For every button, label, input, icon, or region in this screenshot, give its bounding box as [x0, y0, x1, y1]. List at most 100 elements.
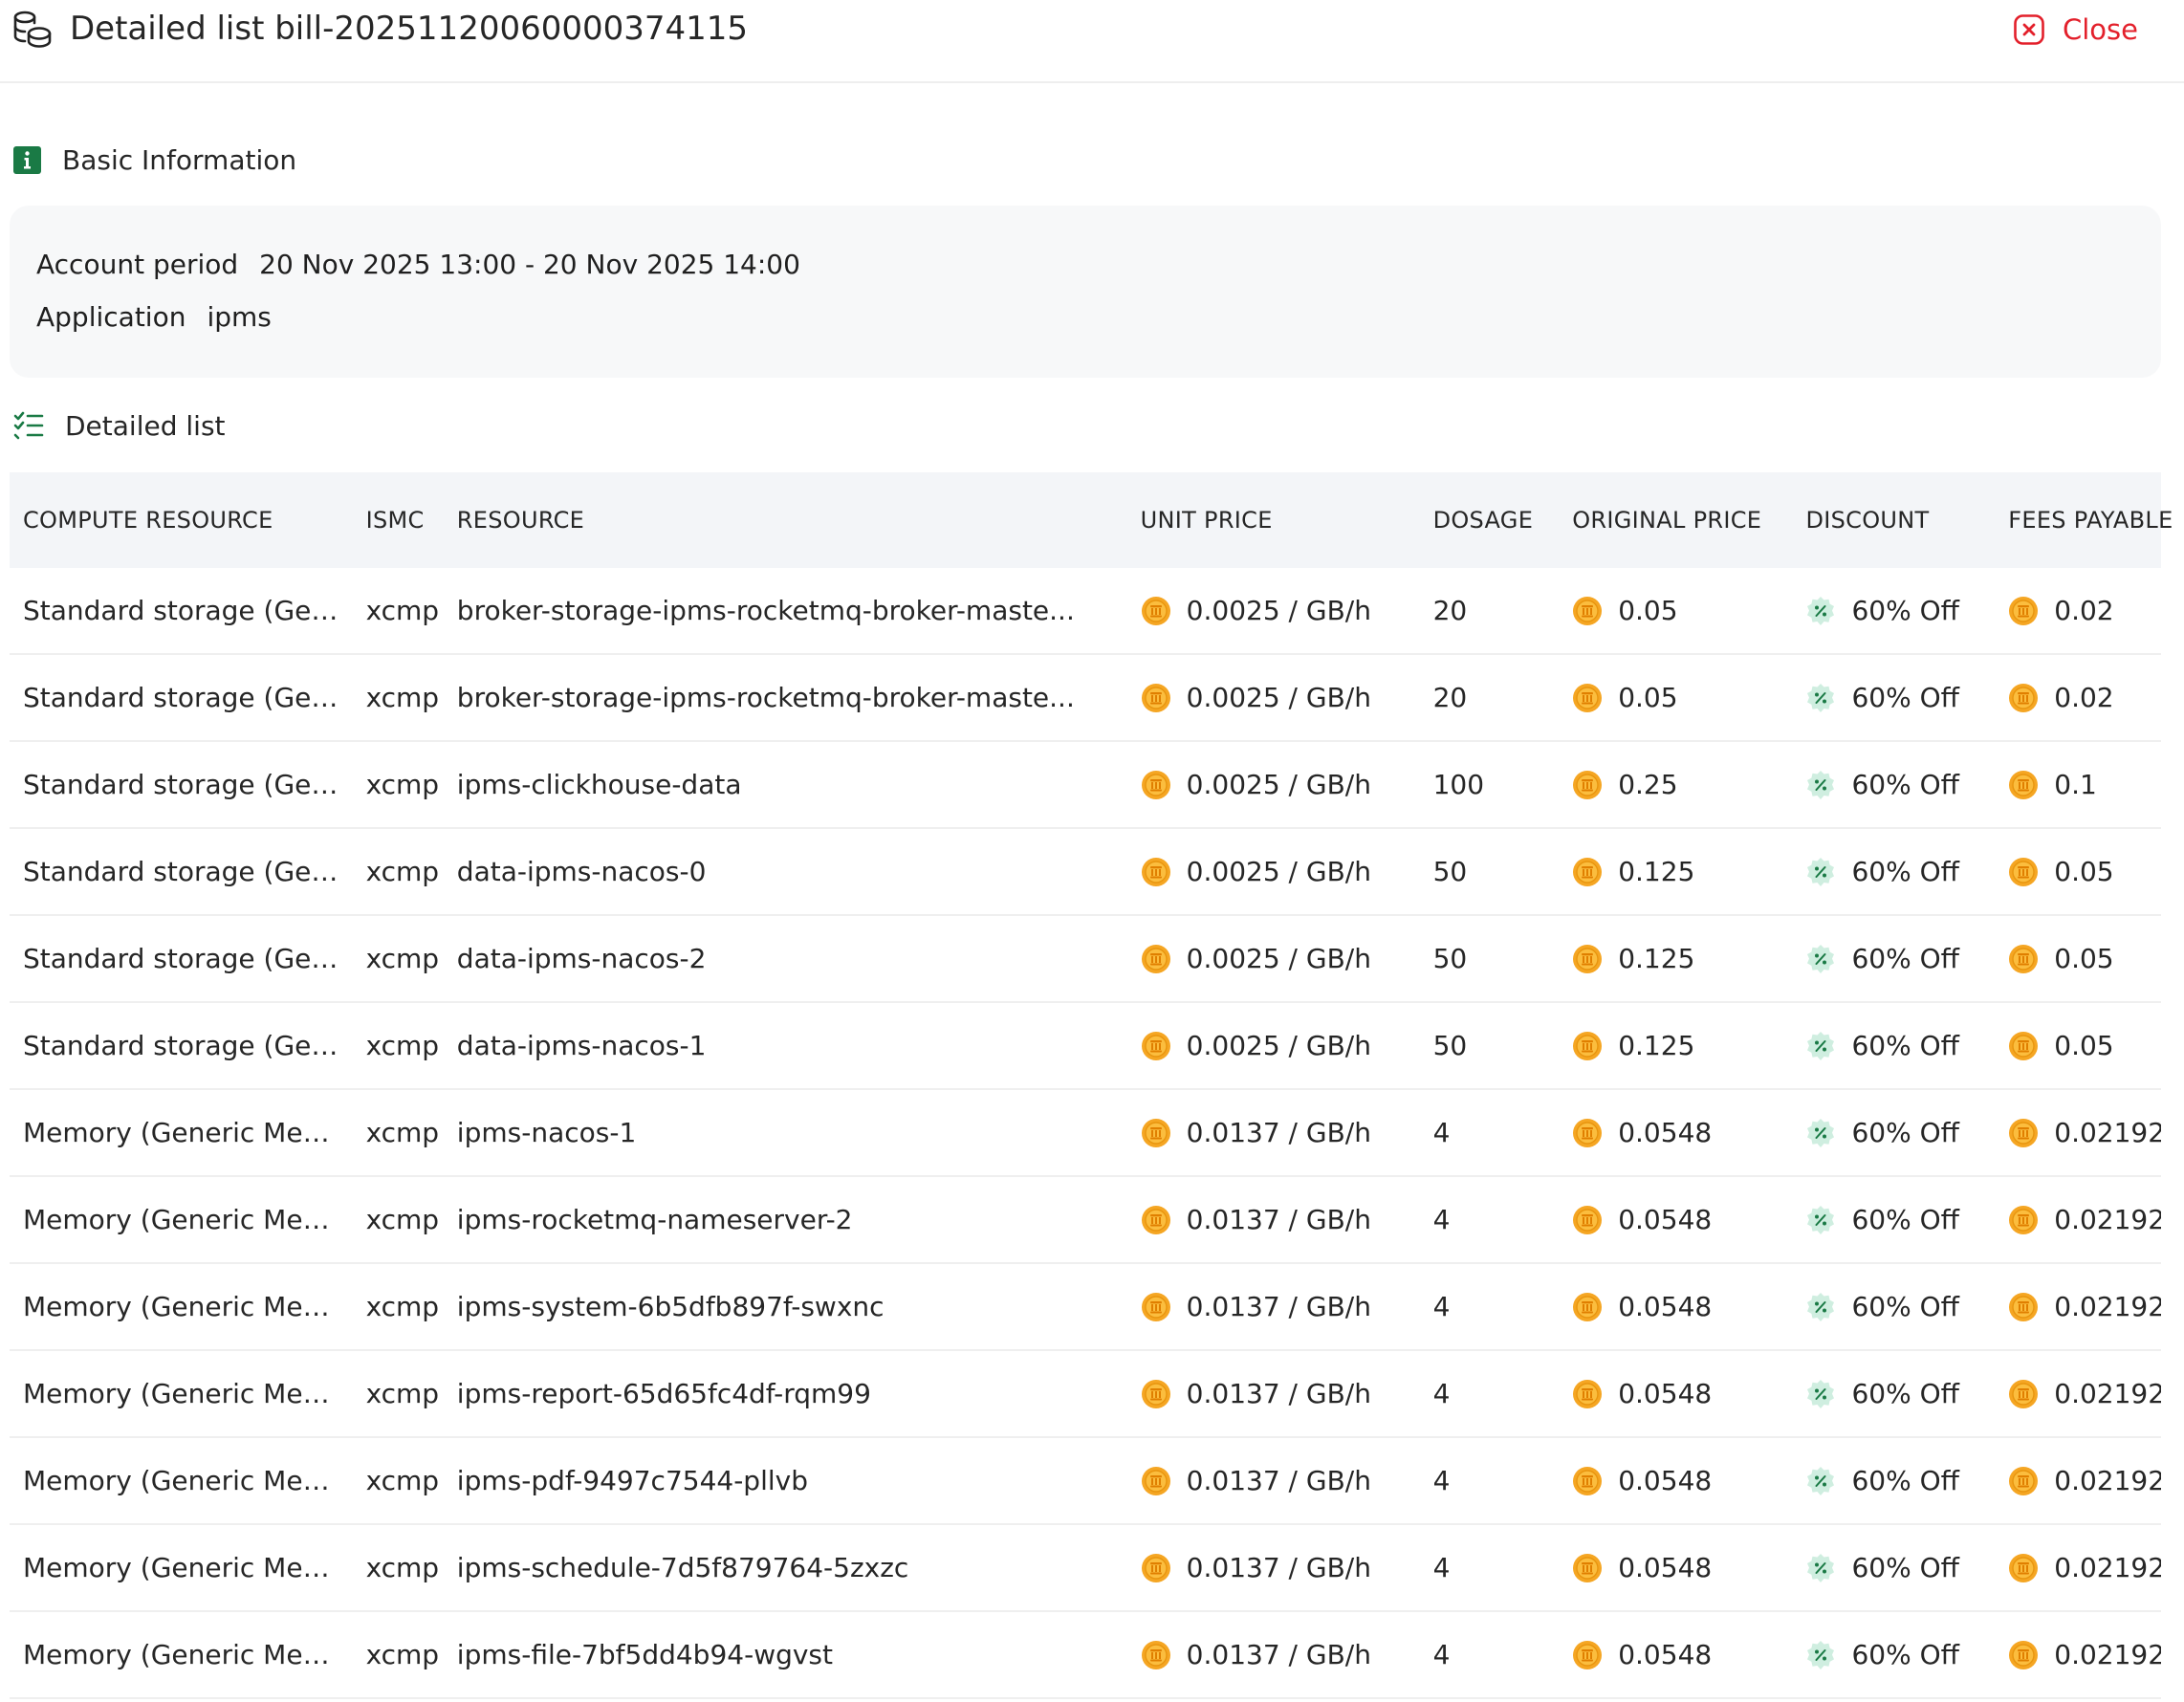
table-row: Memory (Generic Memory) xcmp ipms-schedu… — [10, 1524, 2161, 1612]
discount-value: 60% Off — [1851, 1117, 1959, 1148]
basic-info-heading: Basic Information — [13, 139, 296, 181]
cell-dosage: 4 — [1419, 1176, 1560, 1264]
cell-original-price: 0.125 — [1559, 1002, 1793, 1090]
cell-fees-payable: 0.02192 — [1995, 1524, 2161, 1612]
table-row: Standard storage (Generic Storage) xcmp … — [10, 741, 2161, 829]
unit-price-value: 0.0137 / GB/h — [1186, 1291, 1371, 1322]
discount-value: 60% Off — [1851, 856, 1959, 887]
discount-value: 60% Off — [1851, 1465, 1959, 1496]
original-price-value: 0.05 — [1618, 595, 1678, 626]
discount-badge-icon — [1807, 1205, 1835, 1234]
cell-discount: 60% Off — [1792, 741, 1996, 829]
discount-badge-icon — [1807, 1466, 1835, 1495]
fees-payable-value: 0.02192 — [2054, 1117, 2161, 1148]
cell-ismc: xcmp — [352, 568, 444, 655]
coin-icon — [1141, 1205, 1170, 1234]
cell-unit-price: 0.0025 / GB/h — [1126, 915, 1420, 1003]
cell-compute-resource: Memory (Generic Memory) — [10, 1437, 353, 1525]
account-period-label: Account period — [36, 249, 239, 280]
discount-value: 60% Off — [1851, 943, 1959, 974]
unit-price-value: 0.0137 / GB/h — [1186, 1117, 1371, 1148]
coin-icon — [1141, 1553, 1170, 1582]
unit-price-value: 0.0137 / GB/h — [1186, 1639, 1371, 1670]
close-button[interactable]: Close — [2013, 9, 2138, 51]
discount-badge-icon — [1807, 683, 1835, 712]
cell-compute-resource: Standard storage (Generic Storage) — [10, 568, 353, 655]
discount-badge-icon — [1807, 944, 1835, 973]
unit-price-value: 0.0025 / GB/h — [1186, 1030, 1371, 1061]
cell-dosage: 4 — [1419, 1089, 1560, 1177]
original-price-value: 0.125 — [1618, 1030, 1695, 1061]
cell-dosage: 50 — [1419, 1002, 1560, 1090]
cell-original-price: 0.0548 — [1559, 1524, 1793, 1612]
cell-ismc: xcmp — [352, 741, 444, 829]
cell-compute-resource: Memory (Generic Memory) — [10, 1524, 353, 1612]
cell-fees-payable: 0.02192 — [1995, 1350, 2161, 1438]
application-value: ipms — [207, 301, 272, 333]
cell-ismc: xcmp — [352, 1524, 444, 1612]
cell-resource: broker-storage-ipms-rocketmq-broker-mast… — [443, 568, 1127, 655]
cell-dosage: 100 — [1419, 741, 1560, 829]
checklist-icon — [13, 411, 44, 440]
coin-icon — [2009, 1466, 2039, 1495]
cell-unit-price: 0.0137 / GB/h — [1126, 1263, 1420, 1351]
fees-payable-value: 0.05 — [2054, 943, 2114, 974]
discount-badge-icon — [1807, 1118, 1835, 1147]
cell-unit-price: 0.0025 / GB/h — [1126, 654, 1420, 742]
coin-icon — [1573, 683, 1603, 712]
table-row: Standard storage (Generic Storage) xcmp … — [10, 654, 2161, 742]
discount-value: 60% Off — [1851, 1378, 1959, 1409]
table-row: Memory (Generic Memory) xcmp ipms-rocket… — [10, 1176, 2161, 1264]
original-price-value: 0.0548 — [1618, 1639, 1713, 1670]
cell-original-price: 0.0548 — [1559, 1263, 1793, 1351]
coin-icon — [1573, 1292, 1603, 1321]
detailed-list-heading: Detailed list — [13, 404, 226, 447]
cell-discount: 60% Off — [1792, 654, 1996, 742]
cell-fees-payable: 0.1 — [1995, 741, 2161, 829]
coin-icon — [1141, 683, 1170, 712]
coin-icon — [1141, 1118, 1170, 1147]
discount-badge-icon — [1807, 596, 1835, 625]
coin-icon — [1573, 1031, 1603, 1060]
info-icon — [13, 145, 41, 174]
column-header-dosage: DOSAGE — [1419, 472, 1560, 568]
table-row: Memory (Generic Memory) xcmp ipms-file-7… — [10, 1611, 2161, 1699]
cell-discount: 60% Off — [1792, 1350, 1996, 1438]
cell-unit-price: 0.0025 / GB/h — [1126, 1002, 1420, 1090]
cell-fees-payable: 0.02192 — [1995, 1611, 2161, 1699]
cell-unit-price: 0.0137 / GB/h — [1126, 1350, 1420, 1438]
cell-resource: data-ipms-nacos-2 — [443, 915, 1127, 1003]
table-row: Standard storage (Generic Storage) xcmp … — [10, 915, 2161, 1003]
coin-icon — [1573, 944, 1603, 973]
cell-discount: 60% Off — [1792, 568, 1996, 655]
discount-value: 60% Off — [1851, 1639, 1959, 1670]
cell-compute-resource: Standard storage (Generic Storage) — [10, 654, 353, 742]
cell-unit-price: 0.0025 / GB/h — [1126, 741, 1420, 829]
coin-icon — [2009, 1292, 2039, 1321]
table-row: Memory (Generic Memory) xcmp ipms-pdf-94… — [10, 1437, 2161, 1525]
fees-payable-value: 0.05 — [2054, 1030, 2114, 1061]
table-row: Standard storage (Generic Storage) xcmp … — [10, 828, 2161, 916]
cell-fees-payable: 0.02192 — [1995, 1263, 2161, 1351]
fees-payable-value: 0.02192 — [2054, 1465, 2161, 1496]
cell-original-price: 0.0548 — [1559, 1350, 1793, 1438]
unit-price-value: 0.0025 / GB/h — [1186, 682, 1371, 713]
cell-compute-resource: Standard storage (Generic Storage) — [10, 741, 353, 829]
coin-icon — [1573, 857, 1603, 886]
table-row: Memory (Generic Memory) xcmp ipms-nacos-… — [10, 1089, 2161, 1177]
cell-dosage: 50 — [1419, 828, 1560, 916]
cell-dosage: 4 — [1419, 1437, 1560, 1525]
cell-resource: ipms-schedule-7d5f879764-5zxzc — [443, 1524, 1127, 1612]
bill-detail-page: Detailed list bill-20251120060000374115 … — [0, 0, 2184, 1702]
coin-icon — [1573, 1205, 1603, 1234]
cell-original-price: 0.25 — [1559, 741, 1793, 829]
application-label: Application — [36, 301, 186, 333]
account-period-row: Account period 20 Nov 2025 13:00 - 20 Nov… — [36, 246, 800, 284]
discount-value: 60% Off — [1851, 682, 1959, 713]
coin-icon — [1141, 596, 1170, 625]
coin-icon — [1573, 1379, 1603, 1408]
cell-discount: 60% Off — [1792, 1524, 1996, 1612]
coin-icon — [2009, 944, 2039, 973]
coin-icon — [1573, 596, 1603, 625]
coin-icon — [2009, 1031, 2039, 1060]
